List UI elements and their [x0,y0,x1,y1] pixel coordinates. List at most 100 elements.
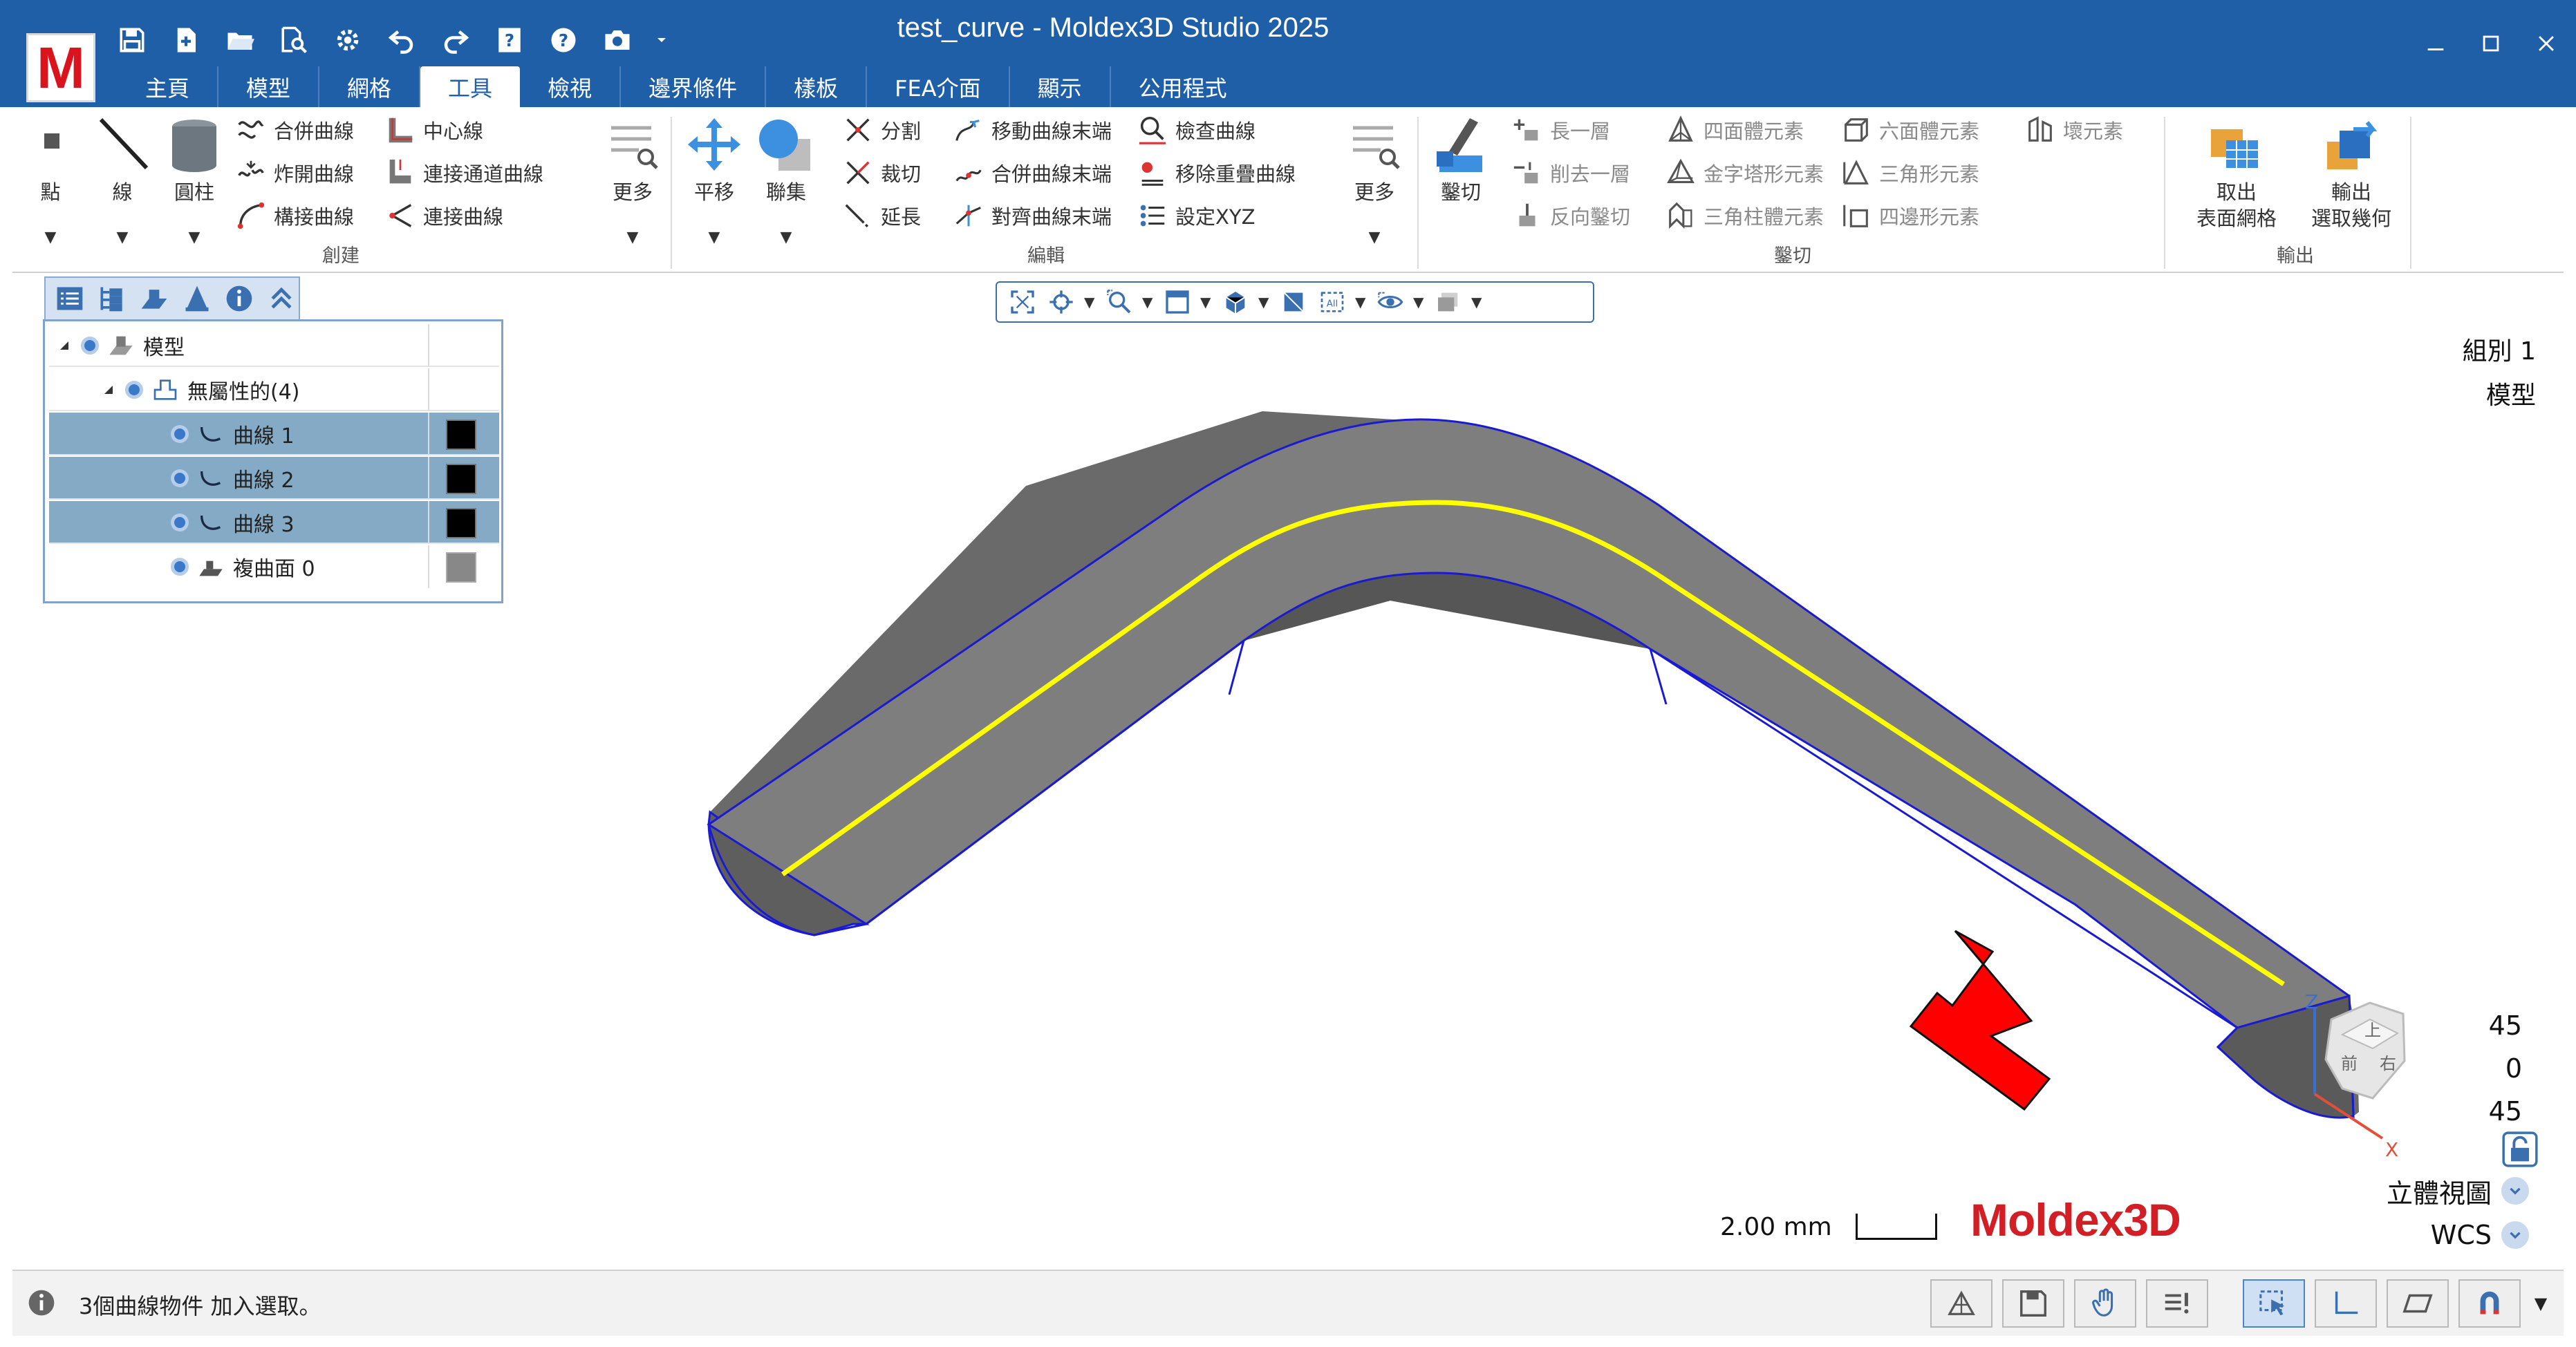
eye-icon[interactable] [1374,286,1406,318]
tab-utilities[interactable]: 公用程式 [1111,66,1255,108]
peel-layer-button[interactable]: 削去一層 [1511,156,1630,190]
visibility-radio[interactable] [171,425,189,443]
chevron-down-icon[interactable]: ▼ [1258,294,1271,310]
plane-icon[interactable] [1278,286,1309,318]
explode-curve-button[interactable]: 炸開曲線 [235,156,354,190]
cube-icon[interactable] [1220,286,1251,318]
tree-row-curve-2[interactable]: 曲線 2 [49,457,499,500]
camera-icon[interactable] [599,22,635,58]
tab-display[interactable]: 顯示 [1010,66,1111,108]
chevron-down-icon[interactable]: ▼ [1142,294,1155,310]
collapse-icon[interactable] [265,281,299,316]
layer-icon[interactable] [138,281,171,316]
prism-element-button[interactable]: 三角柱體元素 [1665,198,1824,233]
fit-icon[interactable] [1007,286,1038,318]
chevron-down-icon[interactable] [2501,1177,2529,1205]
maximize-icon[interactable] [2475,28,2507,59]
reverse-cut-button[interactable]: 反向鑿切 [1511,198,1630,233]
select-mode-button[interactable] [2243,1279,2305,1328]
set-xyz-button[interactable]: 設定XYZ [1137,198,1255,233]
mesh-tool-button[interactable] [1930,1279,1992,1328]
tab-tools[interactable]: 工具 [420,66,521,108]
save-view-button[interactable] [2002,1279,2064,1328]
find-icon[interactable] [276,22,312,58]
chevron-down-icon[interactable]: ▼ [1471,294,1484,310]
remove-overlap-curve-button[interactable]: 移除重疊曲線 [1137,156,1296,190]
list-icon[interactable] [53,281,86,316]
move-curve-end-button[interactable]: 移動曲線末端 [953,113,1112,147]
color-swatch[interactable] [446,552,476,583]
tab-template[interactable]: 樣板 [766,66,868,108]
expand-icon[interactable] [56,337,73,354]
tab-model[interactable]: 模型 [218,66,320,108]
visibility-radio[interactable] [171,469,189,487]
extract-surface-mesh-button[interactable]: 取出 表面網格 [2185,115,2288,254]
visibility-radio[interactable] [81,337,99,355]
visibility-radio[interactable] [171,514,189,531]
hexa-element-button[interactable]: 六面體元素 [1840,113,1979,147]
cut-button[interactable]: 鑿切 [1423,115,1499,254]
gather-button[interactable]: 聯集 ▼ [748,115,824,254]
help-icon[interactable]: ? [545,22,581,58]
align-curve-end-button[interactable]: 對齊曲線末端 [953,198,1112,233]
save-icon[interactable] [114,22,150,58]
create-more-button[interactable]: 更多 ▼ [595,115,671,254]
cylinder-button[interactable]: 圓柱 ▼ [156,115,232,254]
chevron-down-icon[interactable]: ▼ [1413,294,1426,310]
settings-icon[interactable] [330,22,366,58]
extend-button[interactable]: 延長 [842,198,921,233]
cone-icon[interactable] [180,281,214,316]
connect-curve-button[interactable]: 連接曲線 [384,198,503,233]
trim-button[interactable]: 裁切 [842,156,921,190]
tab-view[interactable]: 檢視 [520,66,622,108]
help-book-icon[interactable]: ? [492,22,528,58]
chevron-down-icon[interactable]: ▼ [2530,1294,2551,1313]
build-curve-button[interactable]: 構接曲線 [235,198,354,233]
tab-mesh[interactable]: 網格 [319,66,421,108]
visibility-radio[interactable] [125,381,143,399]
list-tool-button[interactable] [2146,1279,2208,1328]
coordinate-system-select[interactable]: WCS [2431,1216,2529,1254]
tab-home[interactable]: 主頁 [118,66,219,108]
quad-element-button[interactable]: 四邊形元素 [1840,198,1979,233]
color-swatch[interactable] [446,464,476,494]
redo-icon[interactable] [438,22,474,58]
chevron-down-icon[interactable]: ▼ [1200,294,1213,310]
export-geometry-button[interactable]: 輸出 選取幾何 [2299,115,2403,254]
lock-icon[interactable] [2502,1131,2538,1167]
zoom-icon[interactable] [1103,286,1135,318]
merge-curve-button[interactable]: 合併曲線 [235,113,354,147]
connect-channel-curve-button[interactable]: 連接通道曲線 [384,156,543,190]
color-swatch[interactable] [446,420,476,450]
grow-layer-button[interactable]: 長一層 [1511,113,1610,147]
center-line-button[interactable]: 中心線 [384,113,483,147]
open-folder-icon[interactable] [222,22,258,58]
tab-fea[interactable]: FEA介面 [867,66,1010,108]
pyramid-element-button[interactable]: 金字塔形元素 [1665,156,1824,190]
merge-curve-end-button[interactable]: 合併曲線末端 [953,156,1112,190]
window-icon[interactable] [1161,286,1193,318]
display-icon[interactable] [1432,286,1464,318]
close-icon[interactable] [2530,28,2562,59]
split-button[interactable]: 分割 [842,113,921,147]
axis-mode-button[interactable] [2315,1279,2377,1328]
qat-dropdown-icon[interactable] [653,22,670,58]
bad-element-button[interactable]: 壞元素 [2024,113,2123,147]
plane-mode-button[interactable] [2387,1279,2449,1328]
view-mode-select[interactable]: 立體視圖 [2387,1171,2529,1210]
tree-row-unassigned[interactable]: 無屬性的(4) [49,368,499,411]
minimize-icon[interactable] [2420,28,2452,59]
tree-row-curve-1[interactable]: 曲線 1 [49,413,499,455]
app-logo[interactable]: M [26,33,95,102]
center-icon[interactable] [1045,286,1077,318]
expand-icon[interactable] [100,382,117,398]
tree-row-surface-0[interactable]: 複曲面 0 [49,545,499,588]
tab-boundary[interactable]: 邊界條件 [621,66,767,108]
tree-row-model[interactable]: 模型 [49,324,499,367]
triangle-element-button[interactable]: 三角形元素 [1840,156,1979,190]
select-all-icon[interactable]: All [1316,286,1348,318]
pick-tool-button[interactable] [2074,1279,2136,1328]
visibility-radio[interactable] [171,558,189,576]
color-swatch[interactable] [446,508,476,538]
snap-mode-button[interactable] [2458,1279,2521,1328]
